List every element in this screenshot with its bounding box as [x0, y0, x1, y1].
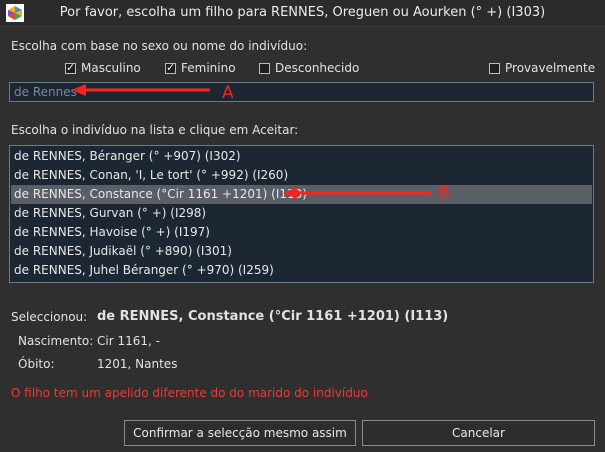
male-checkbox[interactable]: ✓: [65, 61, 76, 74]
list-item[interactable]: de RENNES, Gurvan (° +) (I298): [11, 204, 592, 223]
list-item[interactable]: de RENNES, Béranger (° +907) (I302): [11, 147, 592, 166]
annotation-label-b: B: [438, 183, 450, 203]
probably-label[interactable]: Provavelmente: [505, 61, 595, 75]
annotation-label-a: A: [222, 83, 234, 103]
window-title: Por favor, escolha um filho para RENNES,…: [59, 5, 546, 20]
list-item[interactable]: de RENNES, Havoise (° +) (I197): [11, 223, 592, 242]
title-bar: Por favor, escolha um filho para RENNES,…: [0, 0, 605, 27]
list-item[interactable]: de RENNES, Juhel Béranger (° +970) (I259…: [11, 261, 592, 280]
birth-value: Cir 1161, -: [97, 334, 160, 348]
check-icon: ✓: [166, 61, 176, 74]
female-checkbox[interactable]: ✓: [165, 61, 176, 74]
birth-label: Nascimento:: [18, 334, 94, 348]
filter-label: Escolha com base no sexo ou nome do indi…: [11, 39, 308, 53]
list-item[interactable]: de RENNES, Judikaël (° +890) (I301): [11, 242, 592, 261]
cancel-button[interactable]: Cancelar: [362, 420, 595, 446]
person-list[interactable]: de RENNES, Béranger (° +907) (I302) de R…: [9, 145, 594, 283]
annotation-arrow-a: [72, 84, 210, 96]
list-item[interactable]: de RENNES, Conan, 'I, Le tort' (° +992) …: [11, 166, 592, 185]
confirm-anyway-button[interactable]: Confirmar a selecção mesmo assim: [124, 420, 356, 446]
unknown-label[interactable]: Desconhecido: [275, 61, 359, 75]
selected-label: Seleccionou:: [11, 310, 88, 324]
female-label[interactable]: Feminino: [181, 61, 236, 75]
warning-message: O filho tem um apelido diferente do do m…: [11, 386, 368, 400]
list-label: Escolha o indivíduo na lista e clique em…: [11, 123, 299, 137]
probably-checkbox[interactable]: [489, 63, 500, 74]
selected-value: de RENNES, Constance (°Cir 1161 +1201) (…: [97, 309, 449, 324]
unknown-checkbox[interactable]: [259, 63, 270, 74]
death-value: 1201, Nantes: [97, 357, 178, 371]
death-label: Óbito:: [18, 357, 55, 371]
male-label[interactable]: Masculino: [81, 61, 141, 75]
annotation-arrow-b: [283, 187, 431, 199]
check-icon: ✓: [66, 61, 76, 74]
